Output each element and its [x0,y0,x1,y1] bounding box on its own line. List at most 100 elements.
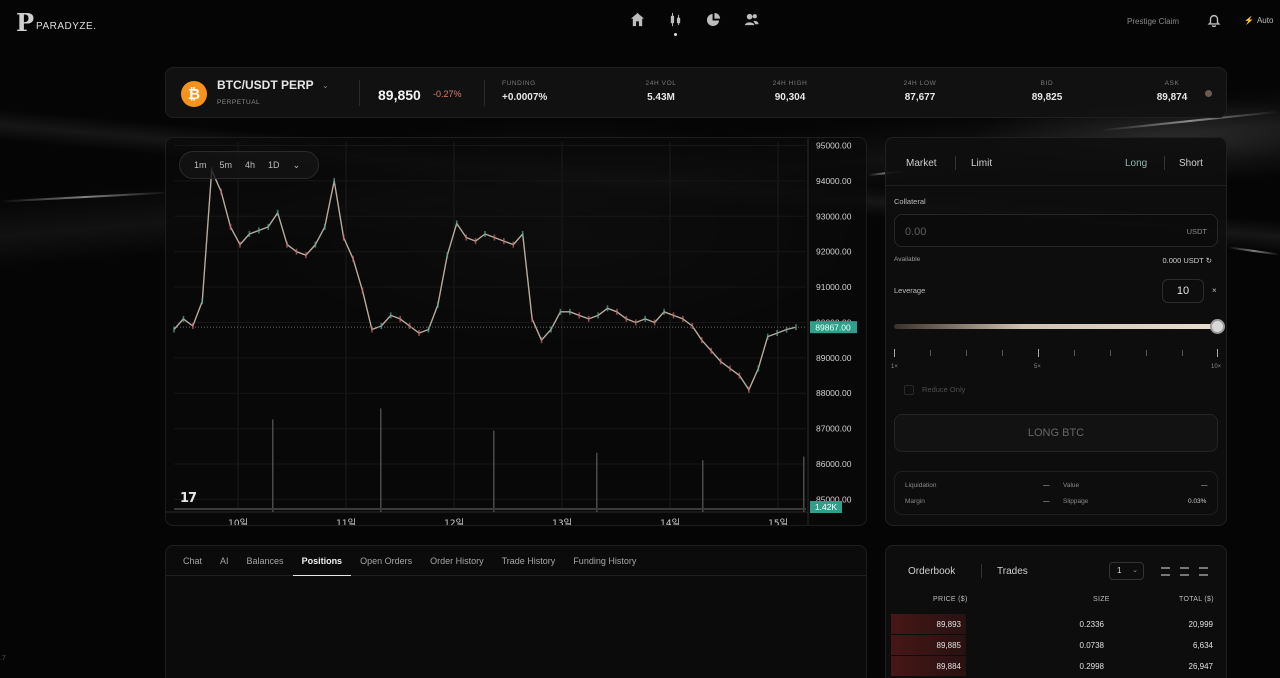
bell-icon[interactable] [1207,13,1221,32]
liquidation-label: Liquidation [905,482,937,489]
collateral-placeholder: 0.00 [905,226,927,238]
stat-24h-low: 24H LOW 87,677 [890,80,950,103]
available-amount: 0.000 USDT [1162,256,1204,265]
column-size: SIZE [1093,596,1110,603]
view-both-icon[interactable] [1161,567,1170,576]
order-type-market[interactable]: Market [906,158,937,169]
y-tick-label: 86000.00 [816,459,852,469]
tab-trades[interactable]: Trades [997,566,1028,577]
candle [493,234,496,241]
tab-chat[interactable]: Chat [174,546,211,575]
top-navigation: P PARADYZE. Prestige Claim ⚡ Auto [0,0,1280,44]
candle [352,255,354,262]
tick-label-10x: 10× [1211,364,1222,370]
divider [484,80,485,106]
tab-ai[interactable]: AI [211,546,238,575]
tab-order-history[interactable]: Order History [421,546,493,575]
stat-label: FUNDING [502,80,536,87]
chevron-down-icon[interactable]: ⌄ [322,81,329,90]
candle [748,386,750,393]
candle [521,231,524,237]
margin-label: Margin [905,498,925,505]
tick-label-5x: 5× [1034,364,1041,370]
stat-funding: FUNDING +0.0007% [502,80,547,103]
side-short[interactable]: Short [1179,158,1203,169]
price-chart[interactable]: 95000.00 94000.00 93000.00 92000.00 91000.00… [166,138,867,526]
prestige-claim-link[interactable]: Prestige Claim [1127,17,1179,26]
tab-open-orders[interactable]: Open Orders [351,546,421,575]
pair-selector[interactable]: BTC/USDT PERP [217,78,314,92]
submit-long-button[interactable]: LONG BTC [894,414,1218,452]
tab-positions[interactable]: Positions [292,546,352,576]
candle [719,358,722,365]
candle [729,365,731,372]
candles-icon[interactable] [666,10,684,36]
x-tick-label: 12일 [444,518,464,526]
y-tick-label: 95000.00 [816,141,852,151]
stat-ask: ASK 89,874 [1142,80,1202,103]
leverage-slider[interactable] [894,324,1218,329]
volume-bar [596,452,598,512]
view-asks-icon[interactable] [1199,567,1208,576]
leverage-input[interactable]: 10 [1162,279,1204,303]
volume-bar [380,408,382,512]
slider-tick [894,349,895,357]
refresh-icon[interactable]: ↻ [1206,256,1212,265]
interval-1d[interactable]: 1D [268,160,280,170]
slider-tick [1110,350,1111,356]
leverage-slider-handle[interactable] [1210,319,1225,334]
candle [314,241,317,248]
candle [361,287,364,294]
row-total: 26,947 [1188,662,1213,671]
price-chart-panel[interactable]: 95000.00 94000.00 93000.00 92000.00 91000.00… [165,137,867,526]
auto-toggle[interactable]: ⚡ Auto [1244,16,1273,25]
candle [616,308,618,315]
chevron-down-icon[interactable]: ⌄ [293,160,301,171]
liquidation-value: — [1043,482,1050,489]
x-tick-label: 14일 [660,518,680,526]
interval-1m[interactable]: 1m [194,160,207,170]
candle [700,337,703,344]
order-type-limit[interactable]: Limit [971,158,992,169]
orderbook-row[interactable]: 89,885 0.0738 6,634 [891,635,1223,655]
tick-label-1x: 1× [891,364,898,370]
candle [418,330,420,337]
view-bids-icon[interactable] [1180,567,1189,576]
y-tick-label: 92000.00 [816,247,852,257]
orderbook-panel: Orderbook Trades 1 ⌄ PRICE ($) SIZE TOTA… [885,545,1227,678]
orderbook-row[interactable]: 89,893 0.2336 20,999 [891,614,1223,634]
y-tick-label: 93000.00 [816,211,852,221]
collateral-input[interactable]: 0.00 USDT [894,214,1218,247]
tab-funding-history[interactable]: Funding History [564,546,645,575]
candle [644,315,647,322]
order-summary: Liquidation — Margin — Value — Slippage … [894,471,1218,515]
candle [286,241,288,248]
candle [606,305,609,312]
price-grouping-select[interactable]: 1 ⌄ [1109,562,1144,580]
side-long[interactable]: Long [1125,158,1147,169]
slider-tick [1002,350,1003,356]
interval-4h[interactable]: 4h [245,160,255,170]
tab-balances[interactable]: Balances [238,546,293,575]
tab-trade-history[interactable]: Trade History [493,546,565,575]
x-tick-label: 13일 [552,518,572,526]
logo-mark: P [16,8,35,37]
tab-orderbook[interactable]: Orderbook [908,566,955,577]
slider-tick [1146,350,1147,356]
tradingview-logo[interactable]: 17 [180,491,197,506]
candle [653,319,656,326]
app-logo[interactable]: P PARADYZE. [16,11,96,35]
pie-chart-icon[interactable] [704,10,722,28]
home-icon[interactable] [628,10,646,28]
bitcoin-icon: ₿ [181,81,207,107]
candle [399,315,401,322]
interval-5m[interactable]: 5m [220,160,233,170]
candle [305,252,307,259]
interval-selector: 1m 5m 4h 1D ⌄ [179,151,319,179]
users-icon[interactable] [742,10,760,28]
orderbook-row[interactable]: 89,884 0.2998 26,947 [891,656,1223,676]
row-total: 6,634 [1192,641,1213,650]
candle [682,315,684,322]
pair-type: PERPETUAL [217,99,261,106]
reduce-only-checkbox[interactable] [904,385,914,395]
